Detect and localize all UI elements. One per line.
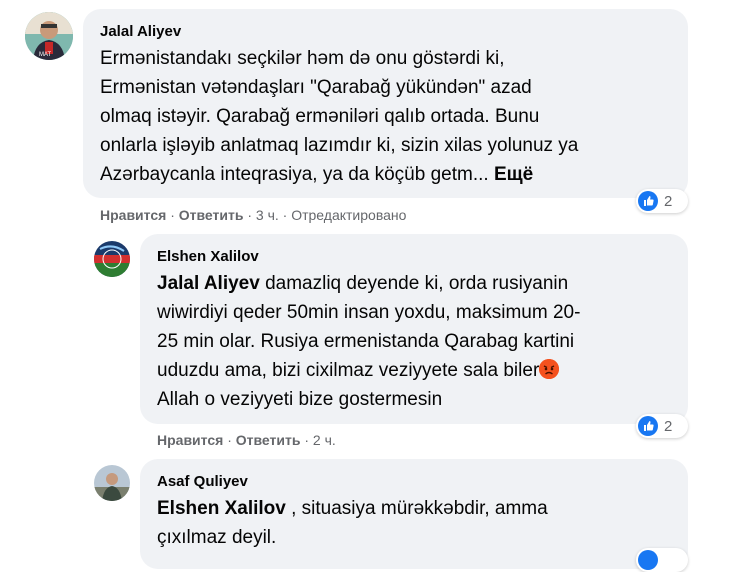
timestamp[interactable]: 2 ч. bbox=[313, 432, 336, 448]
reply-button[interactable]: Ответить bbox=[179, 207, 244, 223]
like-button[interactable]: Нравится bbox=[157, 432, 223, 448]
comment-actions: Нравится · Ответить · 2 ч. bbox=[157, 431, 336, 449]
comment-line: Jalal Aliyev damazliq deyende ki, orda r… bbox=[157, 269, 580, 298]
comment-line: uduzdu ama, bizi cixilmaz veziyyete sala… bbox=[157, 356, 580, 385]
like-button[interactable]: Нравится bbox=[100, 207, 166, 223]
comment-line: Elshen Xalilov , situasiya mürəkkəbdir, … bbox=[157, 494, 548, 523]
comment-line-text: uduzdu ama, bizi cixilmaz veziyyete sala… bbox=[157, 360, 540, 381]
profile-photo-icon bbox=[94, 241, 130, 277]
reaction-summary[interactable] bbox=[636, 548, 688, 572]
reply-button[interactable]: Ответить bbox=[236, 432, 301, 448]
thumbs-up-icon bbox=[638, 416, 658, 436]
mention-link[interactable]: Elshen Xalilov bbox=[157, 498, 286, 519]
reaction-count: 2 bbox=[664, 417, 673, 435]
comment-line: Ermənistandakı seçkilər həm də onu göstə… bbox=[100, 48, 505, 69]
comment-line-text: , situasiya mürəkkəbdir, amma bbox=[285, 498, 548, 519]
comment-line: onlarla işləyib anlatmaq lazımdır ki, si… bbox=[100, 135, 579, 156]
see-more-link[interactable]: Ещё bbox=[494, 164, 533, 185]
comment-text: Ermənistandakı seçkilər həm də onu göstə… bbox=[100, 44, 578, 189]
avatar-elshen-xalilov[interactable] bbox=[94, 241, 130, 277]
comment-line: çıxılmaz deyil. bbox=[157, 527, 277, 548]
comment-author[interactable]: Asaf Quliyev bbox=[157, 472, 248, 492]
comment-author[interactable]: Elshen Xalilov bbox=[157, 247, 259, 267]
avatar-asaf-quliyev[interactable] bbox=[94, 465, 130, 501]
avatar-jalal-aliyev[interactable]: MAT bbox=[25, 12, 73, 60]
comment-line: wiwirdiyi qeder 50min insan yoxdu, maksi… bbox=[157, 302, 581, 323]
separator: · bbox=[170, 207, 175, 223]
separator: · bbox=[304, 432, 310, 448]
comment-author[interactable]: Jalal Aliyev bbox=[100, 22, 181, 42]
thumbs-up-icon bbox=[638, 191, 658, 211]
comment-text: Elshen Xalilov , situasiya mürəkkəbdir, … bbox=[157, 494, 548, 552]
reaction-summary[interactable]: 2 bbox=[636, 414, 688, 438]
profile-photo-icon: MAT bbox=[25, 12, 73, 60]
edited-label: Отредактировано bbox=[291, 207, 407, 223]
mention-link[interactable]: Jalal Aliyev bbox=[157, 273, 260, 294]
comment-actions: Нравится · Ответить · 3 ч. · Отредактиро… bbox=[100, 206, 406, 224]
comment-line: olmaq istəyir. Qarabağ erməniləri qalıb … bbox=[100, 106, 540, 127]
separator: · bbox=[247, 207, 253, 223]
comment-text: Jalal Aliyev damazliq deyende ki, orda r… bbox=[157, 269, 580, 414]
comment-line-text: Azərbaycanla inteqrasiya, ya da köçüb ge… bbox=[100, 164, 489, 185]
reaction-summary[interactable]: 2 bbox=[636, 189, 688, 213]
timestamp[interactable]: 3 ч. bbox=[256, 207, 279, 223]
comment-line: Ermənistan vətəndaşları "Qarabağ yükündə… bbox=[100, 77, 532, 98]
angry-face-emoji-icon bbox=[539, 359, 560, 379]
separator: · bbox=[227, 432, 232, 448]
thumbs-up-icon bbox=[638, 550, 658, 570]
reaction-count: 2 bbox=[664, 192, 673, 210]
comment-line: Allah o veziyyeti bize gostermesin bbox=[157, 389, 443, 410]
profile-photo-icon bbox=[94, 465, 130, 501]
separator: · bbox=[282, 207, 288, 223]
comment-line: Azərbaycanla inteqrasiya, ya da köçüb ge… bbox=[100, 160, 578, 189]
comment-line-text: damazliq deyende ki, orda rusiyanin bbox=[259, 273, 569, 294]
comment-line: 25 min olar. Rusiya ermenistanda Qarabag… bbox=[157, 331, 575, 352]
svg-text:MAT: MAT bbox=[39, 52, 52, 58]
